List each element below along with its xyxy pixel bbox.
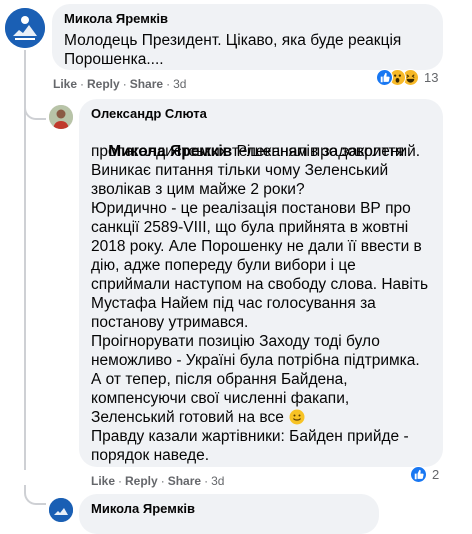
share-button[interactable]: Share: [130, 77, 163, 91]
reaction-summary[interactable]: 13: [376, 67, 438, 87]
reaction-summary[interactable]: 2: [410, 464, 439, 484]
thread-branch: [24, 100, 46, 120]
avatar-logo-icon: [49, 498, 73, 522]
comment-bubble: Микола Яремків Молодець Президент. Цікав…: [52, 4, 443, 70]
like-reaction-icon: [410, 465, 427, 483]
timestamp[interactable]: 3d: [173, 77, 186, 91]
reply-button[interactable]: Reply: [87, 77, 120, 91]
avatar-photo-icon: [49, 105, 73, 129]
reply-author[interactable]: Микола Яремків: [91, 501, 195, 516]
reply-button[interactable]: Reply: [125, 474, 158, 488]
reply-bubble: Микола Яремків: [79, 494, 379, 534]
thread-branch: [24, 485, 46, 505]
reply-text: пропагандистських телеканалів задоволени…: [91, 143, 429, 426]
like-reaction-icon: [376, 68, 393, 86]
reply-author[interactable]: Олександр Слюта: [91, 106, 207, 121]
reply-bubble: Олександр Слюта Микола Яремків Рішенням …: [79, 99, 443, 467]
reply-closing-text: Правду казали жартівники: Байден прийде …: [91, 428, 409, 464]
like-button[interactable]: Like: [91, 474, 115, 488]
avatar[interactable]: [5, 8, 45, 48]
share-button[interactable]: Share: [168, 474, 201, 488]
comment-text: Молодець Президент. Цікаво, яка буде реа…: [64, 32, 402, 68]
avatar[interactable]: [49, 105, 73, 129]
reply-actions: Like · Reply · Share · 3d: [91, 474, 225, 488]
timestamp[interactable]: 3d: [211, 474, 224, 488]
reaction-count: 13: [424, 69, 439, 85]
like-button[interactable]: Like: [53, 77, 77, 91]
avatar[interactable]: [49, 498, 73, 522]
avatar-logo-icon: [5, 8, 45, 48]
comment-actions: Like · Reply · Share · 3d: [53, 77, 187, 91]
smile-emoji-icon: [289, 409, 305, 425]
reaction-count: 2: [432, 466, 440, 482]
comment-author[interactable]: Микола Яремків: [64, 11, 168, 26]
